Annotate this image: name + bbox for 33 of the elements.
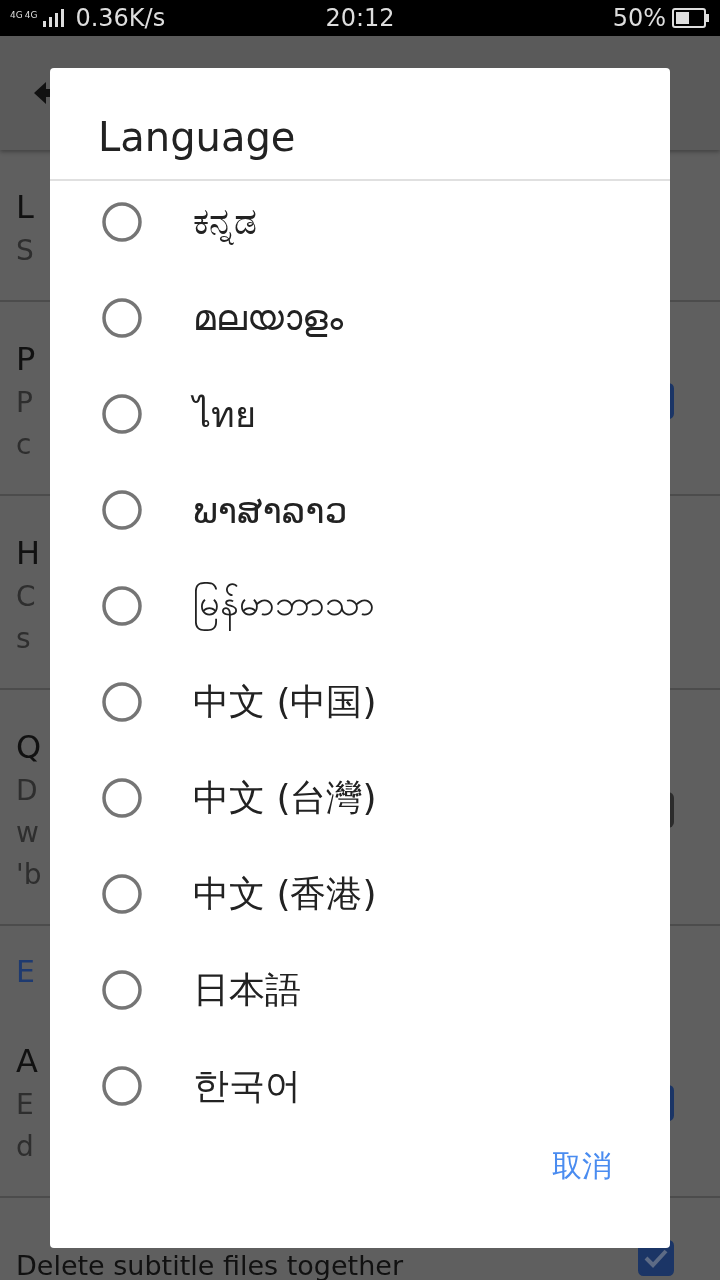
network-labels: 4G 4G [10,10,38,20]
signal-icon [43,9,66,27]
network-speed: 0.36K/s [75,4,166,32]
language-option[interactable]: 한국어 [50,1038,670,1134]
language-option[interactable]: 中文 (中国) [50,654,670,750]
radio-button[interactable] [101,201,143,243]
battery-icon [672,8,710,28]
radio-button[interactable] [101,585,143,627]
radio-button[interactable] [101,777,143,819]
radio-button[interactable] [101,969,143,1011]
language-option[interactable]: မြန်မာဘာသာ [50,558,670,654]
radio-button[interactable] [101,297,143,339]
language-option[interactable]: 中文 (台灣) [50,750,670,846]
radio-button[interactable] [101,681,143,723]
language-option[interactable]: ไทย [50,366,670,462]
clock: 20:12 [325,4,395,32]
setting-title: Delete subtitle files together [16,1252,404,1279]
language-option[interactable]: 中文 (香港) [50,846,670,942]
section-header: E [16,953,35,991]
radio-button[interactable] [101,393,143,435]
battery-percent: 50% [612,4,666,32]
setting-title: H [16,533,41,574]
setting-title: A [16,1041,38,1082]
language-option[interactable]: മലയാളം [50,270,670,366]
language-option[interactable]: ພາສາລາວ [50,462,670,558]
radio-button[interactable] [101,489,143,531]
language-option[interactable]: 日本語 [50,942,670,1038]
setting-title: L [16,187,34,228]
setting-title: P [16,339,36,380]
setting-title: Q [16,727,42,768]
radio-button[interactable] [101,873,143,915]
dialog-title: Language [50,68,670,181]
radio-button[interactable] [101,1065,143,1107]
